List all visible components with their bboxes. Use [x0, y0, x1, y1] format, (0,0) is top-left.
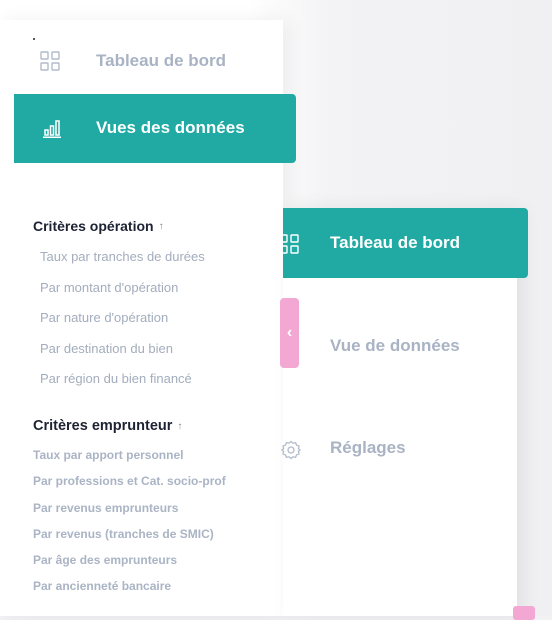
sidebar-item-label: Vue de données: [330, 336, 460, 355]
list-item[interactable]: Par professions et Cat. socio-prof: [33, 468, 226, 494]
grid-icon: [40, 51, 60, 71]
grid-icon: [279, 234, 299, 254]
gear-icon: [281, 440, 301, 460]
list-item[interactable]: Par nature d'opération: [40, 303, 205, 334]
section-title-text: Critères emprunteur: [33, 418, 173, 434]
list-item[interactable]: Par âge des emprunteurs: [33, 547, 226, 573]
sidebar-item-dashboard[interactable]: Tableau de bord: [0, 40, 283, 84]
list-item[interactable]: Par montant d'opération: [40, 273, 205, 304]
sidebar-item-data-views[interactable]: Vues des données: [14, 94, 296, 163]
list-item[interactable]: Par destination du bien: [40, 334, 205, 365]
collapse-arrow-icon: ↑: [158, 220, 164, 232]
sidebar-item-label: Vues des données: [96, 118, 245, 137]
sidebar-item-label: Réglages: [330, 438, 406, 457]
list-item[interactable]: Par revenus emprunteurs: [33, 495, 226, 521]
operation-criteria-list: Taux par tranches de durées Par montant …: [40, 242, 205, 395]
list-item[interactable]: Taux par apport personnel: [33, 442, 226, 468]
sidebar-item-settings[interactable]: Réglages: [281, 434, 517, 464]
collapse-arrow-icon: ↑: [177, 420, 183, 432]
bar-chart-icon: [42, 118, 62, 138]
chevron-left-icon: ‹: [286, 324, 293, 341]
sidebar-item-label: Tableau de bord: [330, 233, 461, 252]
sidebar-item-data-view[interactable]: Vue de données: [283, 332, 517, 362]
list-item[interactable]: Par revenus (tranches de SMIC): [33, 521, 226, 547]
list-item[interactable]: Par ancienneté bancaire: [33, 573, 226, 599]
section-title-text: Critères opération: [33, 218, 154, 234]
list-item[interactable]: Par région du bien financé: [40, 364, 205, 395]
collapse-sidebar-button[interactable]: ‹: [280, 298, 299, 368]
sidebar-item-dashboard-active[interactable]: Tableau de bord: [279, 208, 528, 278]
operation-criteria-heading[interactable]: Critères opération ↑: [33, 218, 164, 234]
expand-handle-partial[interactable]: [513, 606, 535, 620]
sidebar-item-label: Tableau de bord: [96, 51, 227, 70]
list-item[interactable]: Taux par tranches de durées: [40, 242, 205, 273]
borrower-criteria-list: Taux par apport personnel Par profession…: [33, 442, 226, 600]
borrower-criteria-heading[interactable]: Critères emprunteur ↑: [33, 418, 182, 434]
